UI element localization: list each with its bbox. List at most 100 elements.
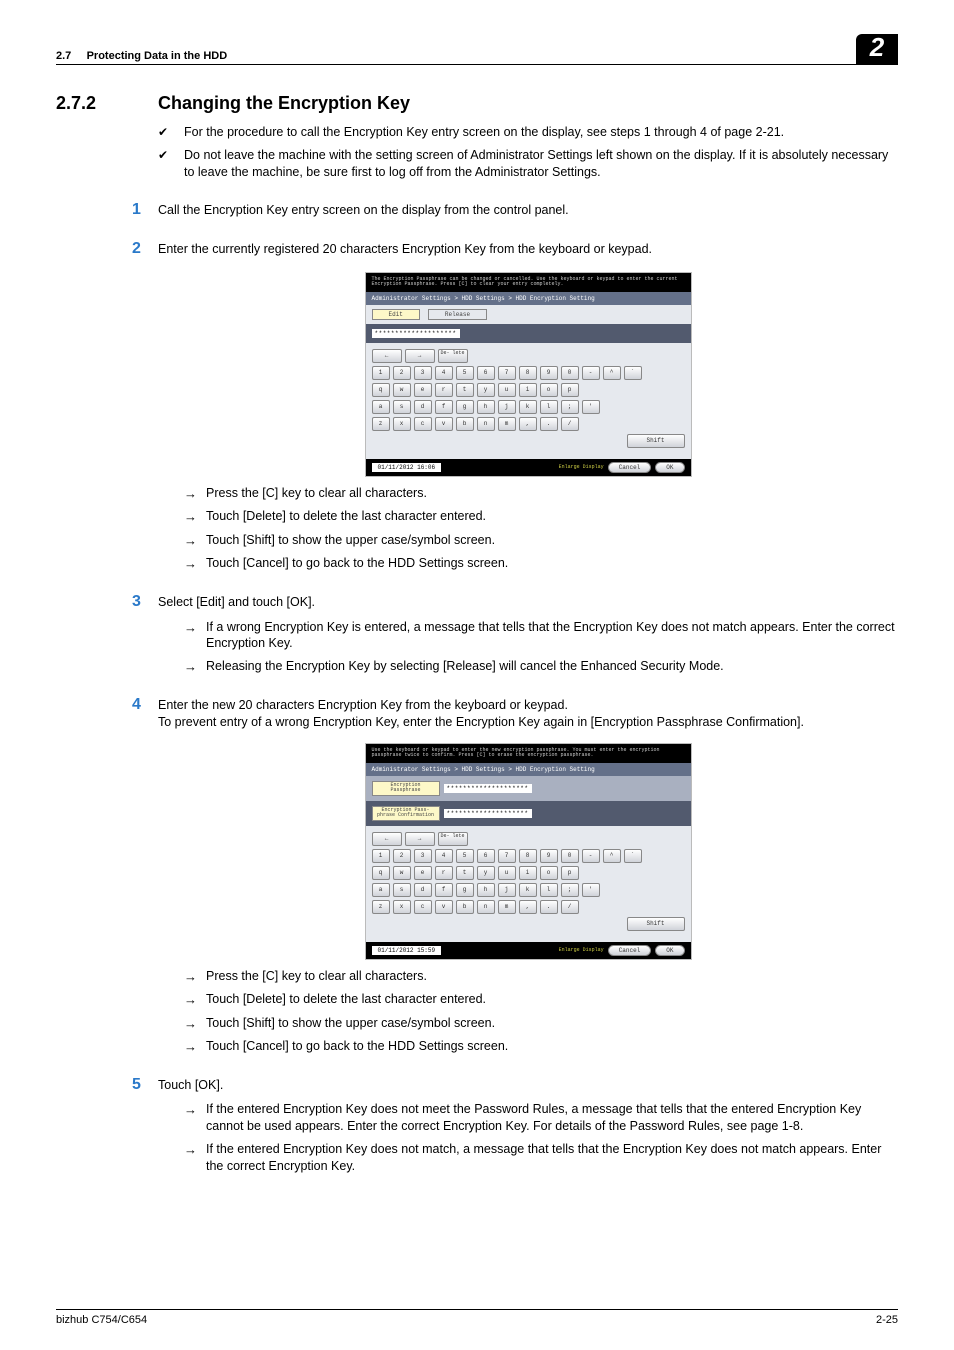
keyboard-key[interactable]: o bbox=[540, 866, 558, 880]
keyboard-key[interactable]: b bbox=[456, 900, 474, 914]
keyboard-key[interactable]: e bbox=[414, 383, 432, 397]
passphrase-input[interactable]: ******************** bbox=[372, 329, 460, 338]
keyboard-key[interactable]: e bbox=[414, 866, 432, 880]
cancel-button[interactable]: Cancel bbox=[608, 462, 652, 473]
keyboard-key[interactable]: , bbox=[519, 417, 537, 431]
keyboard-key[interactable]: 9 bbox=[540, 366, 558, 380]
keyboard-key[interactable]: m bbox=[498, 417, 516, 431]
keyboard-key[interactable]: s bbox=[393, 883, 411, 897]
enlarge-display-icon[interactable]: Enlarge Display bbox=[559, 947, 604, 953]
keyboard-key[interactable]: ; bbox=[561, 883, 579, 897]
keyboard-key[interactable]: a bbox=[372, 883, 390, 897]
keyboard-key[interactable]: 0 bbox=[561, 849, 579, 863]
keyboard-key[interactable]: p bbox=[561, 866, 579, 880]
enlarge-display-icon[interactable]: Enlarge Display bbox=[559, 464, 604, 470]
keyboard-key[interactable]: 8 bbox=[519, 849, 537, 863]
keyboard-key[interactable]: q bbox=[372, 383, 390, 397]
tab-edit[interactable]: Edit bbox=[372, 309, 420, 320]
keyboard-key[interactable]: f bbox=[435, 883, 453, 897]
keyboard-key[interactable]: j bbox=[498, 883, 516, 897]
keyboard-key[interactable]: 1 bbox=[372, 366, 390, 380]
keyboard-key[interactable]: 0 bbox=[561, 366, 579, 380]
keyboard-key[interactable]: 2 bbox=[393, 849, 411, 863]
keyboard-key[interactable]: w bbox=[393, 383, 411, 397]
keyboard-key[interactable]: 5 bbox=[456, 366, 474, 380]
keyboard-key[interactable]: g bbox=[456, 400, 474, 414]
keyboard-key[interactable]: l bbox=[540, 883, 558, 897]
keyboard-key[interactable]: 6 bbox=[477, 366, 495, 380]
keyboard-key[interactable]: ' bbox=[582, 400, 600, 414]
keyboard-key[interactable]: g bbox=[456, 883, 474, 897]
keyboard-key[interactable]: b bbox=[456, 417, 474, 431]
keyboard-key[interactable]: 1 bbox=[372, 849, 390, 863]
arrow-right-key[interactable]: → bbox=[405, 832, 435, 846]
keyboard-key[interactable]: ^ bbox=[603, 849, 621, 863]
keyboard-key[interactable]: 5 bbox=[456, 849, 474, 863]
keyboard-key[interactable]: c bbox=[414, 900, 432, 914]
keyboard-key[interactable]: c bbox=[414, 417, 432, 431]
keyboard-key[interactable]: z bbox=[372, 417, 390, 431]
keyboard-key[interactable]: ' bbox=[582, 883, 600, 897]
keyboard-key[interactable]: y bbox=[477, 383, 495, 397]
keyboard-key[interactable]: k bbox=[519, 883, 537, 897]
keyboard-key[interactable]: o bbox=[540, 383, 558, 397]
keyboard-key[interactable]: q bbox=[372, 866, 390, 880]
keyboard-key[interactable]: l bbox=[540, 400, 558, 414]
keyboard-key[interactable]: 6 bbox=[477, 849, 495, 863]
keyboard-key[interactable]: 7 bbox=[498, 366, 516, 380]
keyboard-key[interactable]: r bbox=[435, 383, 453, 397]
keyboard-key[interactable]: y bbox=[477, 866, 495, 880]
cancel-button[interactable]: Cancel bbox=[608, 945, 652, 956]
tab-release[interactable]: Release bbox=[428, 309, 487, 320]
shift-key[interactable]: Shift bbox=[627, 917, 685, 931]
keyboard-key[interactable]: t bbox=[456, 866, 474, 880]
keyboard-key[interactable]: d bbox=[414, 400, 432, 414]
arrow-right-key[interactable]: → bbox=[405, 349, 435, 363]
arrow-left-key[interactable]: ← bbox=[372, 832, 402, 846]
keyboard-key[interactable]: 9 bbox=[540, 849, 558, 863]
keyboard-key[interactable]: d bbox=[414, 883, 432, 897]
keyboard-key[interactable]: ; bbox=[561, 400, 579, 414]
keyboard-key[interactable]: a bbox=[372, 400, 390, 414]
passphrase-input[interactable]: ******************** bbox=[444, 784, 532, 793]
keyboard-key[interactable]: h bbox=[477, 400, 495, 414]
keyboard-key[interactable]: - bbox=[582, 849, 600, 863]
delete-key[interactable]: De- lete bbox=[438, 349, 468, 363]
ok-button[interactable]: OK bbox=[655, 462, 684, 473]
keyboard-key[interactable]: , bbox=[519, 900, 537, 914]
keyboard-key[interactable]: . bbox=[540, 900, 558, 914]
keyboard-key[interactable]: u bbox=[498, 866, 516, 880]
keyboard-key[interactable]: v bbox=[435, 417, 453, 431]
shift-key[interactable]: Shift bbox=[627, 434, 685, 448]
keyboard-key[interactable]: 7 bbox=[498, 849, 516, 863]
keyboard-key[interactable]: x bbox=[393, 417, 411, 431]
keyboard-key[interactable]: p bbox=[561, 383, 579, 397]
delete-key[interactable]: De- lete bbox=[438, 832, 468, 846]
keyboard-key[interactable]: f bbox=[435, 400, 453, 414]
keyboard-key[interactable]: - bbox=[582, 366, 600, 380]
keyboard-key[interactable]: j bbox=[498, 400, 516, 414]
keyboard-key[interactable]: ` bbox=[624, 849, 642, 863]
keyboard-key[interactable]: n bbox=[477, 417, 495, 431]
keyboard-key[interactable]: / bbox=[561, 417, 579, 431]
keyboard-key[interactable]: x bbox=[393, 900, 411, 914]
keyboard-key[interactable]: 4 bbox=[435, 849, 453, 863]
keyboard-key[interactable]: h bbox=[477, 883, 495, 897]
keyboard-key[interactable]: 2 bbox=[393, 366, 411, 380]
ok-button[interactable]: OK bbox=[655, 945, 684, 956]
keyboard-key[interactable]: i bbox=[519, 866, 537, 880]
keyboard-key[interactable]: / bbox=[561, 900, 579, 914]
arrow-left-key[interactable]: ← bbox=[372, 349, 402, 363]
passphrase-confirm-input[interactable]: ******************** bbox=[444, 809, 532, 818]
keyboard-key[interactable]: 3 bbox=[414, 366, 432, 380]
keyboard-key[interactable]: w bbox=[393, 866, 411, 880]
keyboard-key[interactable]: z bbox=[372, 900, 390, 914]
keyboard-key[interactable]: ` bbox=[624, 366, 642, 380]
keyboard-key[interactable]: v bbox=[435, 900, 453, 914]
keyboard-key[interactable]: ^ bbox=[603, 366, 621, 380]
keyboard-key[interactable]: m bbox=[498, 900, 516, 914]
keyboard-key[interactable]: 3 bbox=[414, 849, 432, 863]
keyboard-key[interactable]: r bbox=[435, 866, 453, 880]
keyboard-key[interactable]: i bbox=[519, 383, 537, 397]
keyboard-key[interactable]: 8 bbox=[519, 366, 537, 380]
